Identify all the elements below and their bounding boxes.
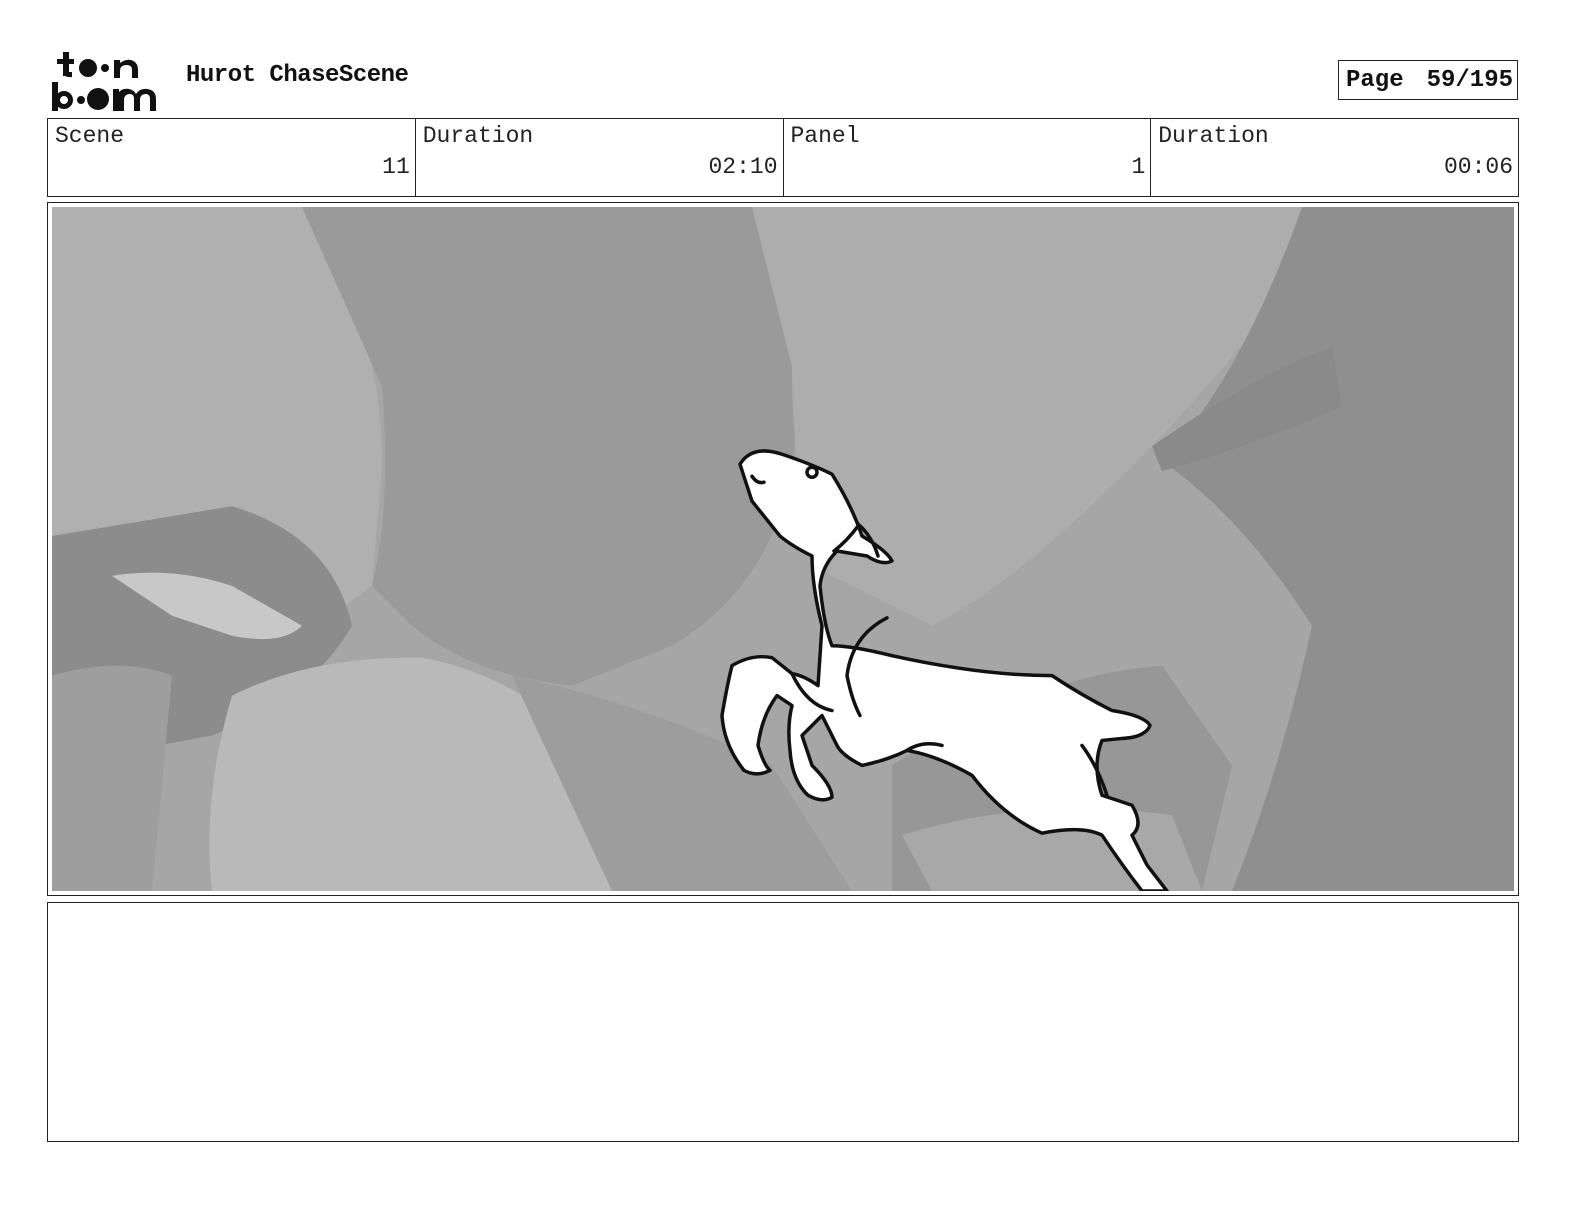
scene-duration-label: Duration <box>422 123 534 149</box>
panel-cell: Panel 1 <box>784 119 1152 196</box>
panel-label: Panel <box>790 123 860 149</box>
panel-duration-cell: Duration 00:06 <box>1151 119 1518 196</box>
page-indicator: Page 59/195 <box>1338 60 1518 100</box>
panel-notes <box>47 902 1519 1142</box>
scene-value: 11 <box>382 154 410 180</box>
storyboard-frame <box>47 202 1519 896</box>
scene-duration-value: 02:10 <box>708 154 778 180</box>
scene-duration-cell: Duration 02:10 <box>416 119 784 196</box>
page-label: Page <box>1346 66 1404 94</box>
scene-cell: Scene 11 <box>48 119 416 196</box>
project-title: Hurot ChaseScene <box>186 62 409 89</box>
panel-info-row: Scene 11 Duration 02:10 Panel 1 Duration… <box>47 118 1519 197</box>
page-number: 59/195 <box>1426 66 1513 94</box>
panel-value: 1 <box>1131 154 1146 180</box>
scene-label: Scene <box>55 123 125 149</box>
panel-duration-value: 00:06 <box>1443 154 1513 180</box>
toonboom-logo <box>52 52 164 112</box>
panel-image <box>52 207 1514 891</box>
panel-duration-label: Duration <box>1158 123 1269 149</box>
